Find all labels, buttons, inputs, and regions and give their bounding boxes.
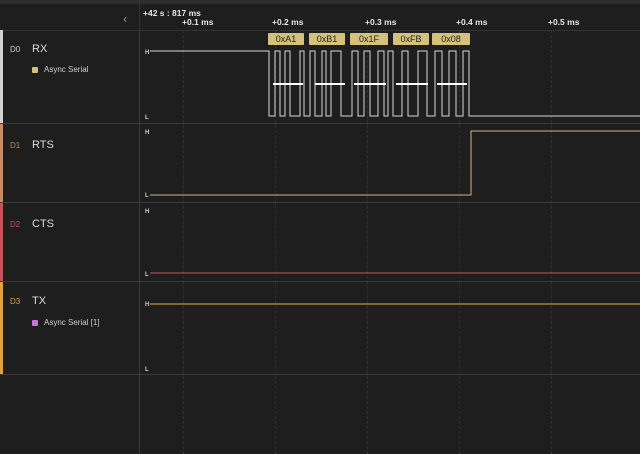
analyzer-color-swatch bbox=[32, 319, 38, 326]
level-low: L bbox=[145, 193, 149, 199]
channel-row-rx[interactable]: D0 RX Async Serial H L 0xA1 0xB1 0x1F 0x… bbox=[0, 30, 640, 124]
level-high: H bbox=[145, 302, 149, 308]
rts-signal bbox=[150, 130, 640, 196]
channel-row-tx[interactable]: D3 TX Async Serial [1] H L bbox=[0, 282, 640, 375]
channel-number: D1 bbox=[10, 141, 21, 150]
level-high: H bbox=[145, 50, 149, 56]
decoded-byte[interactable]: 0xB1 bbox=[309, 33, 345, 45]
waveform-rx[interactable]: H L bbox=[140, 30, 640, 123]
decoded-byte[interactable]: 0x1F bbox=[350, 33, 388, 45]
time-tick: +0.5 ms bbox=[548, 17, 580, 27]
channel-number: D2 bbox=[10, 220, 21, 229]
bit-marker bbox=[396, 83, 428, 85]
channel-color-bar bbox=[0, 124, 3, 202]
decoded-byte[interactable]: 0xA1 bbox=[268, 33, 304, 45]
rx-signal bbox=[150, 50, 640, 117]
time-tick: +0.3 ms bbox=[365, 17, 397, 27]
bit-marker bbox=[354, 83, 386, 85]
channel-label-tx[interactable]: D3 TX Async Serial [1] bbox=[0, 282, 140, 374]
channel-color-bar bbox=[0, 282, 3, 374]
time-tick: +0.2 ms bbox=[272, 17, 304, 27]
level-high: H bbox=[145, 130, 149, 136]
header-label-area: ‹ bbox=[0, 0, 140, 30]
analyzer-name: Async Serial [1] bbox=[44, 318, 100, 327]
decoded-byte[interactable]: 0x08 bbox=[432, 33, 470, 45]
level-low: L bbox=[145, 115, 149, 121]
waveform-cts[interactable]: H L bbox=[140, 203, 640, 281]
decode-dots bbox=[273, 83, 467, 85]
level-low: L bbox=[145, 272, 149, 278]
analyzer-tag[interactable]: Async Serial bbox=[32, 65, 88, 74]
empty-channel-area bbox=[0, 375, 640, 454]
channel-name: RX bbox=[32, 43, 48, 55]
bit-marker bbox=[273, 83, 303, 85]
bit-marker bbox=[437, 83, 467, 85]
waveform-tx[interactable]: H L bbox=[140, 282, 640, 374]
channel-label-cts[interactable]: D2 CTS bbox=[0, 203, 140, 281]
channel-label-rts[interactable]: D1 RTS bbox=[0, 124, 140, 202]
channel-number: D3 bbox=[10, 297, 21, 306]
time-tick: +0.1 ms bbox=[182, 17, 214, 27]
channel-name: TX bbox=[32, 295, 47, 307]
timeline-header[interactable]: ‹ +42 s : 817 ms +0.1 ms +0.2 ms +0.3 ms… bbox=[0, 0, 640, 31]
channel-label-rx[interactable]: D0 RX Async Serial bbox=[0, 30, 140, 123]
channel-name: CTS bbox=[32, 218, 54, 230]
analyzer-name: Async Serial bbox=[44, 65, 89, 74]
time-tick: +0.4 ms bbox=[456, 17, 488, 27]
channel-number: D0 bbox=[10, 45, 21, 54]
level-low: L bbox=[145, 367, 149, 373]
empty-label-area bbox=[0, 375, 140, 454]
channel-row-rts[interactable]: D1 RTS H L bbox=[0, 124, 640, 203]
chevron-left-icon[interactable]: ‹ bbox=[123, 11, 127, 26]
bit-marker bbox=[315, 83, 345, 85]
channel-row-cts[interactable]: D2 CTS H L bbox=[0, 203, 640, 282]
channel-color-bar bbox=[0, 203, 3, 281]
analyzer-tag[interactable]: Async Serial [1] bbox=[32, 318, 100, 327]
level-high: H bbox=[145, 209, 149, 215]
waveform-rts[interactable]: H L bbox=[140, 124, 640, 202]
analyzer-color-swatch bbox=[32, 66, 38, 73]
channel-color-bar bbox=[0, 30, 3, 123]
channel-name: RTS bbox=[32, 139, 54, 151]
decoded-byte[interactable]: 0xFB bbox=[393, 33, 429, 45]
